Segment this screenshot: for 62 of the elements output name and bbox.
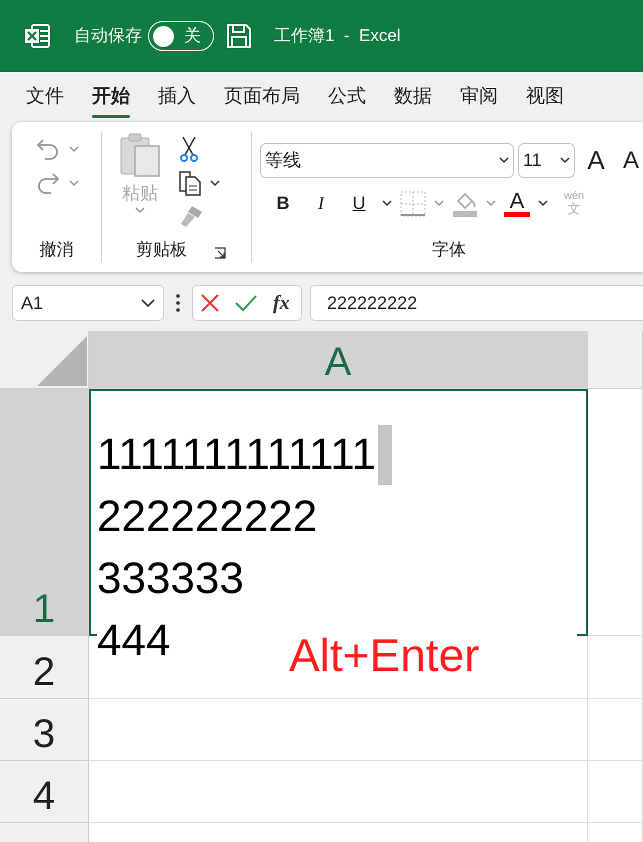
autosave-label: 自动保存	[74, 25, 142, 48]
autosave-toggle[interactable]: 关	[148, 21, 214, 51]
sheet-cell[interactable]	[588, 636, 643, 699]
ribbon-tab[interactable]: 开始	[78, 72, 144, 122]
save-icon[interactable]	[226, 23, 252, 49]
row-header[interactable]: 1	[0, 389, 89, 636]
sheet-cell[interactable]	[89, 761, 588, 823]
font-name-dropdown[interactable]: 等线	[260, 143, 514, 178]
dropdown-caret-icon	[560, 157, 570, 164]
sheet-cell[interactable]	[588, 761, 643, 823]
more-options-icon[interactable]	[176, 294, 180, 312]
excel-logo-icon	[24, 23, 50, 49]
sheet-cell[interactable]	[588, 389, 643, 636]
increase-font-size-button[interactable]: A	[579, 140, 613, 181]
dropdown-caret-icon[interactable]	[210, 180, 220, 186]
bold-button[interactable]: B	[268, 189, 298, 218]
dropdown-caret-icon[interactable]	[538, 200, 548, 207]
dropdown-caret-icon	[499, 157, 509, 164]
cell-text-line: 222222222	[97, 491, 318, 543]
format-painter-brush-icon[interactable]	[178, 204, 204, 228]
row-header[interactable]: 4	[0, 761, 89, 823]
insert-function-button[interactable]: fx	[273, 288, 290, 318]
ribbon-tab[interactable]: 审阅	[446, 72, 512, 122]
borders-icon[interactable]	[400, 190, 426, 216]
column-header[interactable]: A	[89, 331, 588, 389]
decrease-font-size-button[interactable]: A	[617, 142, 641, 180]
cell-text-line: 333333	[97, 553, 244, 605]
group-label: 撤消	[40, 238, 74, 260]
dropdown-caret-icon	[135, 207, 145, 214]
copy-icon[interactable]	[178, 170, 202, 196]
row-header[interactable]: 3	[0, 699, 89, 761]
sheet-cell[interactable]	[89, 699, 588, 761]
dialog-launcher-icon[interactable]	[214, 247, 226, 259]
fill-color-bucket-icon[interactable]	[452, 190, 478, 216]
cell-text-line: 444	[97, 615, 170, 667]
text-cursor	[378, 425, 392, 485]
select-all-corner-icon[interactable]	[35, 334, 89, 388]
dropdown-caret-icon	[141, 298, 155, 308]
clipboard-icon	[118, 132, 162, 178]
cell-text-line: 1111111111111	[97, 429, 376, 481]
font-size-dropdown[interactable]: 11	[518, 143, 575, 178]
underline-button[interactable]: U	[344, 189, 374, 218]
group-label: 剪贴板	[136, 238, 187, 260]
row-header[interactable]: 2	[0, 636, 89, 699]
annotation-text: Alt+Enter	[289, 628, 480, 683]
ribbon-tab[interactable]: 公式	[314, 72, 380, 122]
font-color-button[interactable]: A	[504, 190, 530, 217]
group-label: 字体	[432, 238, 467, 260]
ribbon-tab[interactable]: 页面布局	[210, 72, 314, 122]
ribbon-tab[interactable]: 数据	[380, 72, 446, 122]
dropdown-caret-icon[interactable]	[382, 200, 392, 207]
formula-input-field[interactable]: 222222222	[310, 285, 643, 321]
sheet-cell[interactable]	[588, 699, 643, 761]
scissors-icon[interactable]	[178, 136, 200, 162]
check-icon[interactable]	[235, 294, 257, 312]
italic-button[interactable]: I	[306, 189, 336, 218]
name-box[interactable]: A1	[12, 285, 164, 321]
cancel-icon[interactable]	[201, 294, 219, 312]
ribbon-tab[interactable]: 插入	[144, 72, 210, 122]
ribbon-tab[interactable]: 文件	[12, 72, 78, 122]
ribbon-tab[interactable]: 视图	[512, 72, 578, 122]
window-title: 工作簿1 - Excel	[274, 25, 401, 48]
